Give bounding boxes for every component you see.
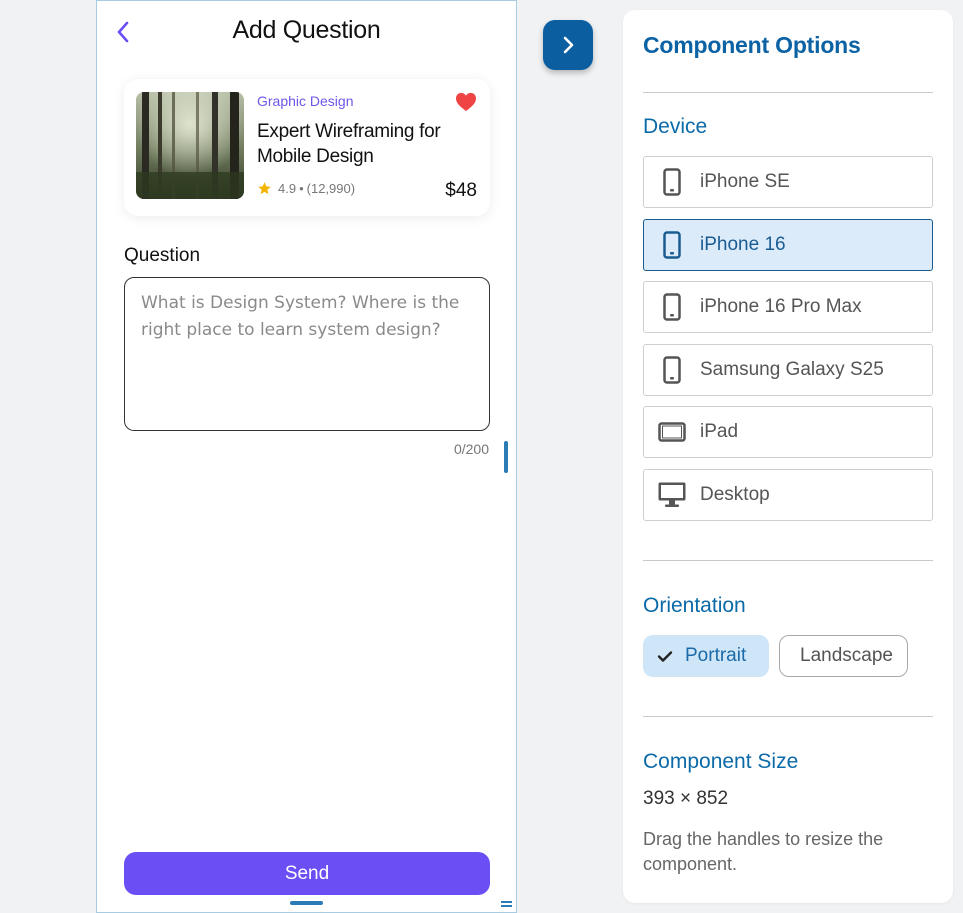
page-title: Add Question [232, 16, 381, 44]
course-category: Graphic Design [257, 93, 354, 109]
orientation-section-title: Orientation [643, 594, 746, 617]
device-option-iphone-16[interactable]: iPhone 16 [643, 218, 933, 271]
course-card[interactable]: Graphic Design Expert Wireframing for Mo… [124, 79, 490, 216]
divider [643, 560, 933, 561]
tablet-icon [644, 422, 700, 442]
orientation-label: Portrait [685, 645, 747, 666]
orientation-portrait-button[interactable]: Portrait [643, 635, 769, 677]
device-label: iPhone 16 Pro Max [700, 296, 862, 317]
course-rating: 4.9 • (12,990) [257, 181, 355, 196]
resize-help-text: Drag the handles to resize the component… [643, 829, 884, 874]
device-option-desktop[interactable]: Desktop [643, 468, 933, 521]
divider [643, 92, 933, 93]
phone-icon [644, 355, 700, 384]
send-button[interactable]: Send [124, 852, 490, 895]
course-title: Expert Wireframing for Mobile Design [257, 121, 441, 167]
review-count: (12,990) [306, 181, 356, 196]
heart-icon[interactable] [455, 92, 477, 112]
star-icon [258, 182, 271, 195]
height-resize-handle[interactable] [290, 901, 323, 905]
device-label: Samsung Galaxy S25 [700, 358, 884, 380]
device-option-iphone-16-pro-max[interactable]: iPhone 16 Pro Max [643, 281, 933, 333]
device-label: Desktop [700, 483, 770, 505]
device-label: iPhone SE [700, 171, 790, 192]
device-section-title: Device [643, 115, 708, 138]
orientation-options: Portrait Landscape [643, 635, 908, 677]
device-label: iPad [700, 421, 739, 442]
corner-resize-handle[interactable] [501, 901, 512, 907]
phone-preview: Add Question Graphic Design Expert Wiref… [96, 0, 517, 913]
device-option-samsung-galaxy-s25[interactable]: Samsung Galaxy S25 [643, 343, 933, 396]
device-option-iphone-se[interactable]: iPhone SE [643, 156, 933, 208]
phone-icon [644, 293, 700, 321]
component-options-panel: Component Options Device iPhone SE iPhon… [623, 10, 953, 903]
divider [643, 716, 933, 717]
question-label: Question [124, 245, 201, 266]
size-section-title: Component Size [643, 750, 799, 773]
chevron-right-icon [563, 36, 574, 54]
component-size-value: 393 × 852 [643, 788, 729, 809]
orientation-label: Landscape [800, 645, 893, 666]
device-option-ipad[interactable]: iPad [643, 406, 933, 458]
char-count: 0/200 [453, 441, 489, 457]
question-input[interactable] [124, 277, 490, 431]
course-price: $48 [445, 180, 477, 201]
orientation-landscape-button[interactable]: Landscape [779, 635, 908, 677]
rating-separator: • [299, 181, 304, 196]
phone-icon [644, 168, 700, 196]
toggle-panel-button[interactable] [543, 20, 593, 70]
monitor-icon [644, 481, 700, 509]
device-label: iPhone 16 [700, 233, 786, 255]
width-resize-handle[interactable] [504, 441, 508, 473]
device-list: iPhone SE iPhone 16 iPhone 16 Pro Max Sa… [643, 156, 933, 531]
rating-value: 4.9 [278, 181, 297, 196]
check-icon [657, 650, 673, 663]
panel-title: Component Options [643, 32, 861, 58]
phone-icon [644, 230, 700, 259]
course-thumbnail [136, 92, 244, 199]
